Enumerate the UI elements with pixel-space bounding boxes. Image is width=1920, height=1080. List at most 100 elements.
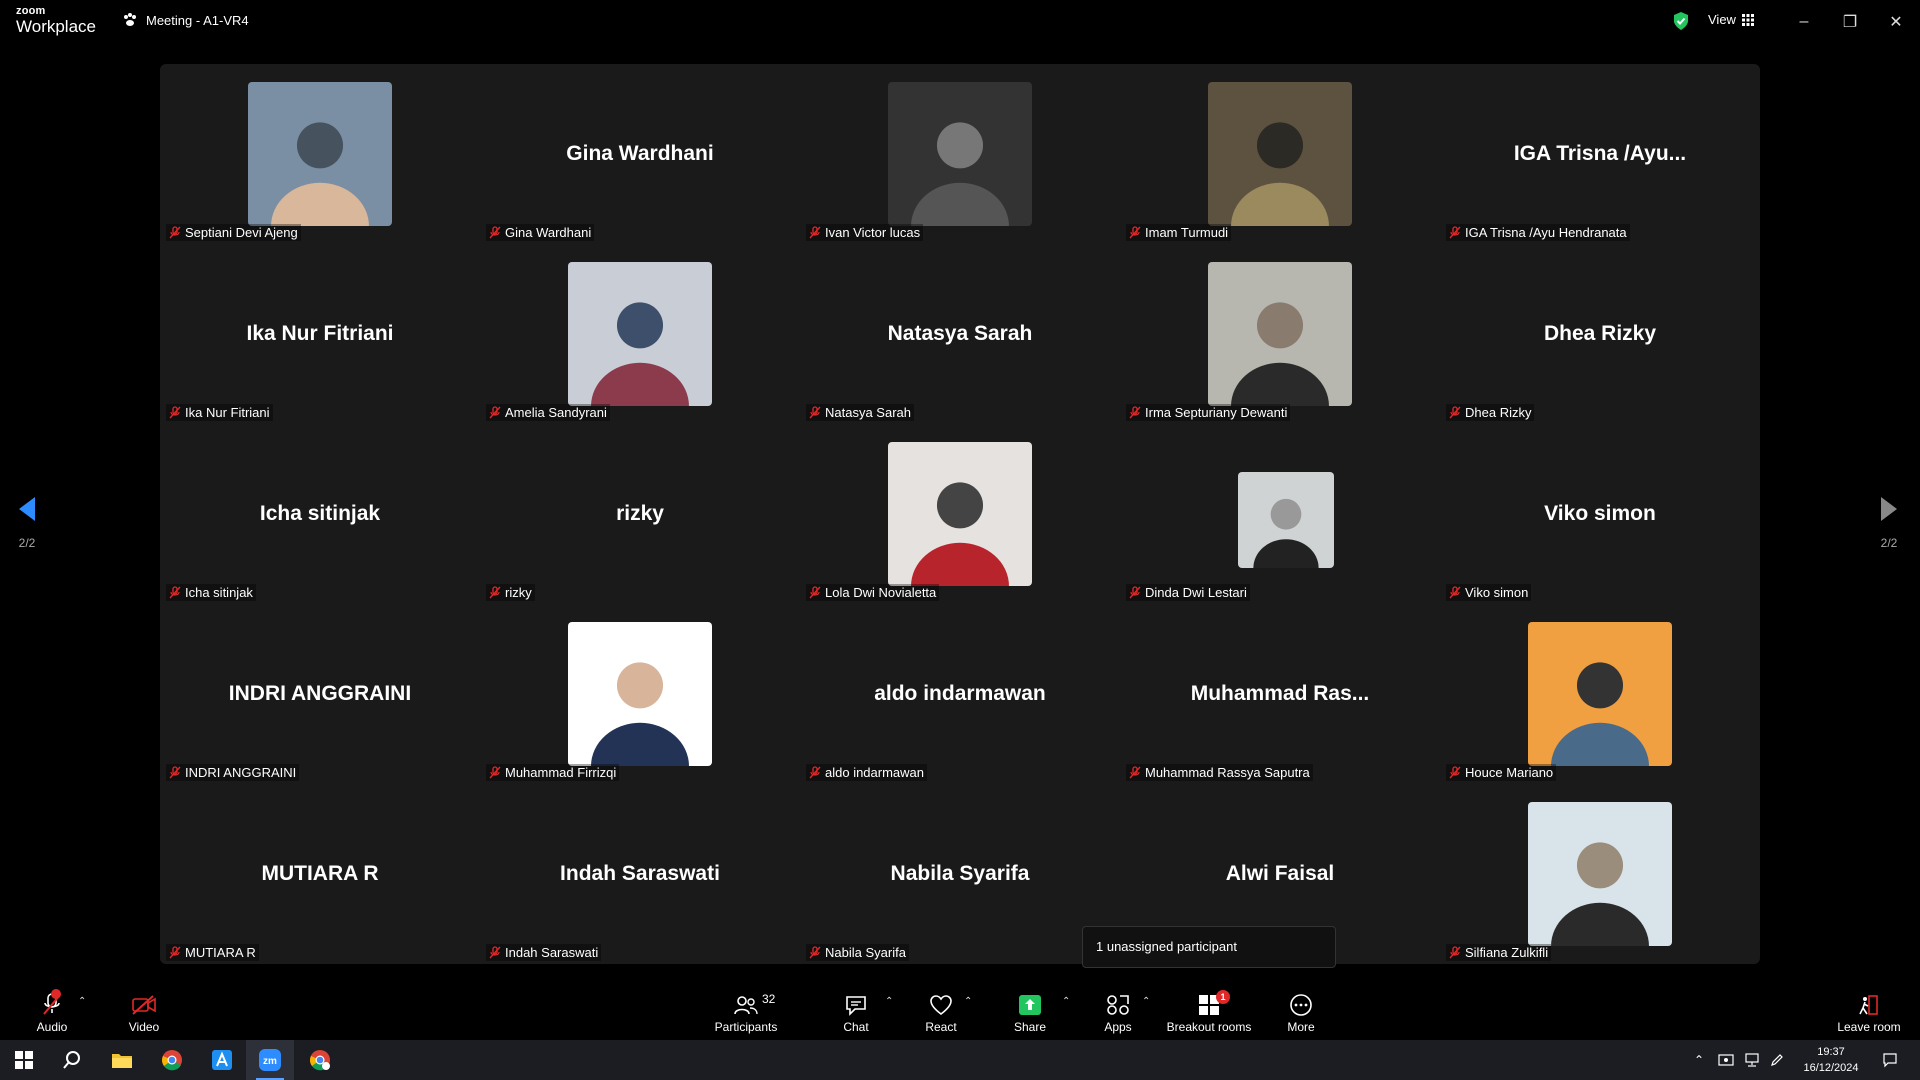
chat-label: Chat <box>843 1020 869 1034</box>
participant-tile[interactable]: INDRI ANGGRAINI INDRI ANGGRAINI <box>160 604 480 784</box>
next-page[interactable]: 2/2 <box>1880 496 1898 550</box>
more-icon <box>1290 994 1312 1016</box>
previous-page[interactable]: 2/2 <box>18 496 36 550</box>
breakout-rooms-button[interactable]: Breakout rooms <box>1164 982 1254 1040</box>
participant-tile[interactable]: Lola Dwi Novialetta <box>800 424 1120 604</box>
muted-mic-icon <box>489 226 501 239</box>
video-label: Video <box>128 1020 160 1034</box>
participant-tile[interactable]: Amelia Sandyrani <box>480 244 800 424</box>
participant-tile[interactable]: Indah Saraswati Indah Saraswati <box>480 784 800 964</box>
participant-photo <box>1528 802 1672 946</box>
participant-tile[interactable]: Muhammad Firrizqi <box>480 604 800 784</box>
participant-display-name: Icha sitinjak <box>259 502 381 525</box>
participant-photo <box>1528 622 1672 766</box>
participant-tile[interactable]: Natasya Sarah Natasya Sarah <box>800 244 1120 424</box>
participant-name-text: Gina Wardhani <box>505 225 592 240</box>
participant-name-text: aldo indarmawan <box>825 765 925 780</box>
participant-tile[interactable]: Silfiana Zulkifli <box>1440 784 1760 964</box>
muted-mic-icon <box>1449 766 1461 779</box>
meeting-title-text: Meeting - A1-VR4 <box>146 12 249 28</box>
windows-start-icon[interactable] <box>0 1040 48 1080</box>
tray-meet-icon[interactable] <box>1718 1040 1734 1080</box>
audio-options-icon[interactable]: ⌃ <box>78 996 86 1007</box>
participant-name-label: Natasya Sarah <box>806 404 914 421</box>
participant-tile[interactable]: IGA Trisna /Ayu... IGA Trisna /Ayu Hendra… <box>1440 64 1760 244</box>
restore-icon[interactable]: ❐ <box>1838 10 1862 34</box>
file-explorer-icon[interactable] <box>98 1040 146 1080</box>
minimize-icon[interactable]: – <box>1792 10 1816 34</box>
muted-mic-icon <box>489 946 501 959</box>
share-label: Share <box>1013 1020 1047 1034</box>
video-button[interactable]: Video <box>122 982 166 1040</box>
participant-name-text: Imam Turmudi <box>1145 225 1229 240</box>
muted-mic-icon <box>809 766 821 779</box>
brand-top: zoom <box>16 5 46 17</box>
participant-photo <box>568 262 712 406</box>
participant-tile[interactable]: MUTIARA R MUTIARA R <box>160 784 480 964</box>
unassigned-tooltip: 1 unassigned participant <box>1082 926 1336 968</box>
participant-tile[interactable]: Dinda Dwi Lestari <box>1120 424 1440 604</box>
pen-icon[interactable] <box>1770 1040 1784 1080</box>
participant-display-name: Muhammad Ras... <box>1190 682 1370 705</box>
apps-button[interactable]: Apps <box>1102 982 1134 1040</box>
participant-name-text: Natasya Sarah <box>825 405 911 420</box>
participant-tile[interactable]: Imam Turmudi <box>1120 64 1440 244</box>
participant-tile[interactable]: Viko simon Viko simon <box>1440 424 1760 604</box>
chrome-icon[interactable] <box>148 1040 196 1080</box>
muted-mic-icon <box>1129 766 1141 779</box>
participant-tile[interactable]: Ivan Victor lucas <box>800 64 1120 244</box>
participant-name-text: Muhammad Firrizqi <box>505 765 617 780</box>
apps-options-icon[interactable]: ⌃ <box>1142 996 1150 1007</box>
participant-name-label: Indah Saraswati <box>486 944 602 961</box>
chat-options-icon[interactable]: ⌃ <box>885 996 893 1007</box>
participant-name-label: Lola Dwi Novialetta <box>806 584 940 601</box>
close-icon[interactable]: ✕ <box>1884 10 1908 34</box>
muted-mic-icon <box>1449 586 1461 599</box>
zoom-taskbar-icon[interactable]: zm <box>246 1040 294 1080</box>
participant-display-name: Nabila Syarifa <box>890 862 1030 885</box>
participant-tile[interactable]: Septiani Devi Ajeng <box>160 64 480 244</box>
participant-tile[interactable]: rizky rizky <box>480 424 800 604</box>
participant-tile[interactable]: Ika Nur Fitriani Ika Nur Fitriani <box>160 244 480 424</box>
muted-mic-icon <box>1449 226 1461 239</box>
more-button[interactable]: More <box>1284 982 1318 1040</box>
participant-name-text: Viko simon <box>1465 585 1529 600</box>
network-icon[interactable] <box>1744 1040 1760 1080</box>
leave-room-button[interactable]: Leave room <box>1836 982 1902 1040</box>
muted-mic-icon <box>1129 226 1141 239</box>
participant-tile[interactable]: aldo indarmawan aldo indarmawan <box>800 604 1120 784</box>
encryption-shield-icon[interactable] <box>1672 11 1690 31</box>
azure-app-icon[interactable] <box>198 1040 246 1080</box>
view-button[interactable]: View <box>1708 12 1754 27</box>
breakout-rooms-label: Breakout rooms <box>1166 1020 1252 1034</box>
participant-tile[interactable]: Houce Mariano <box>1440 604 1760 784</box>
participants-button[interactable]: Participants <box>710 982 782 1040</box>
audio-alert-badge <box>51 989 61 999</box>
react-options-icon[interactable]: ⌃ <box>964 996 972 1007</box>
participant-name-text: INDRI ANGGRAINI <box>185 765 297 780</box>
taskbar-clock[interactable]: 19:37 16/12/2024 <box>1786 1044 1876 1076</box>
participant-display-name: Viko simon <box>1544 502 1656 525</box>
share-options-icon[interactable]: ⌃ <box>1062 996 1070 1007</box>
participant-tile[interactable]: Dhea Rizky Dhea Rizky <box>1440 244 1760 424</box>
chat-button[interactable]: Chat <box>838 982 874 1040</box>
participant-photo <box>888 82 1032 226</box>
participant-name-label: Dhea Rizky <box>1446 404 1535 421</box>
muted-mic-icon <box>809 226 821 239</box>
participant-tile[interactable]: Gina Wardhani Gina Wardhani <box>480 64 800 244</box>
share-button[interactable]: Share <box>1012 982 1048 1040</box>
notifications-icon[interactable] <box>1882 1040 1898 1080</box>
participant-name-label: Irma Septuriany Dewanti <box>1126 404 1291 421</box>
react-button[interactable]: React <box>920 982 962 1040</box>
participant-tile[interactable]: Icha sitinjak Icha sitinjak <box>160 424 480 604</box>
arrow-right-icon <box>1881 497 1897 521</box>
participant-tile[interactable]: Muhammad Ras... Muhammad Rassya Saputra <box>1120 604 1440 784</box>
breakout-rooms-badge: 1 <box>1216 990 1230 1004</box>
participant-tile[interactable]: Nabila Syarifa Nabila Syarifa <box>800 784 1120 964</box>
search-icon[interactable] <box>48 1040 96 1080</box>
participant-tile[interactable]: Irma Septuriany Dewanti <box>1120 244 1440 424</box>
tray-chevron-icon[interactable]: ⌃ <box>1694 1040 1704 1080</box>
chrome-profile-icon[interactable] <box>296 1040 344 1080</box>
more-label: More <box>1287 1020 1315 1034</box>
leave-room-label: Leave room <box>1837 1020 1901 1034</box>
